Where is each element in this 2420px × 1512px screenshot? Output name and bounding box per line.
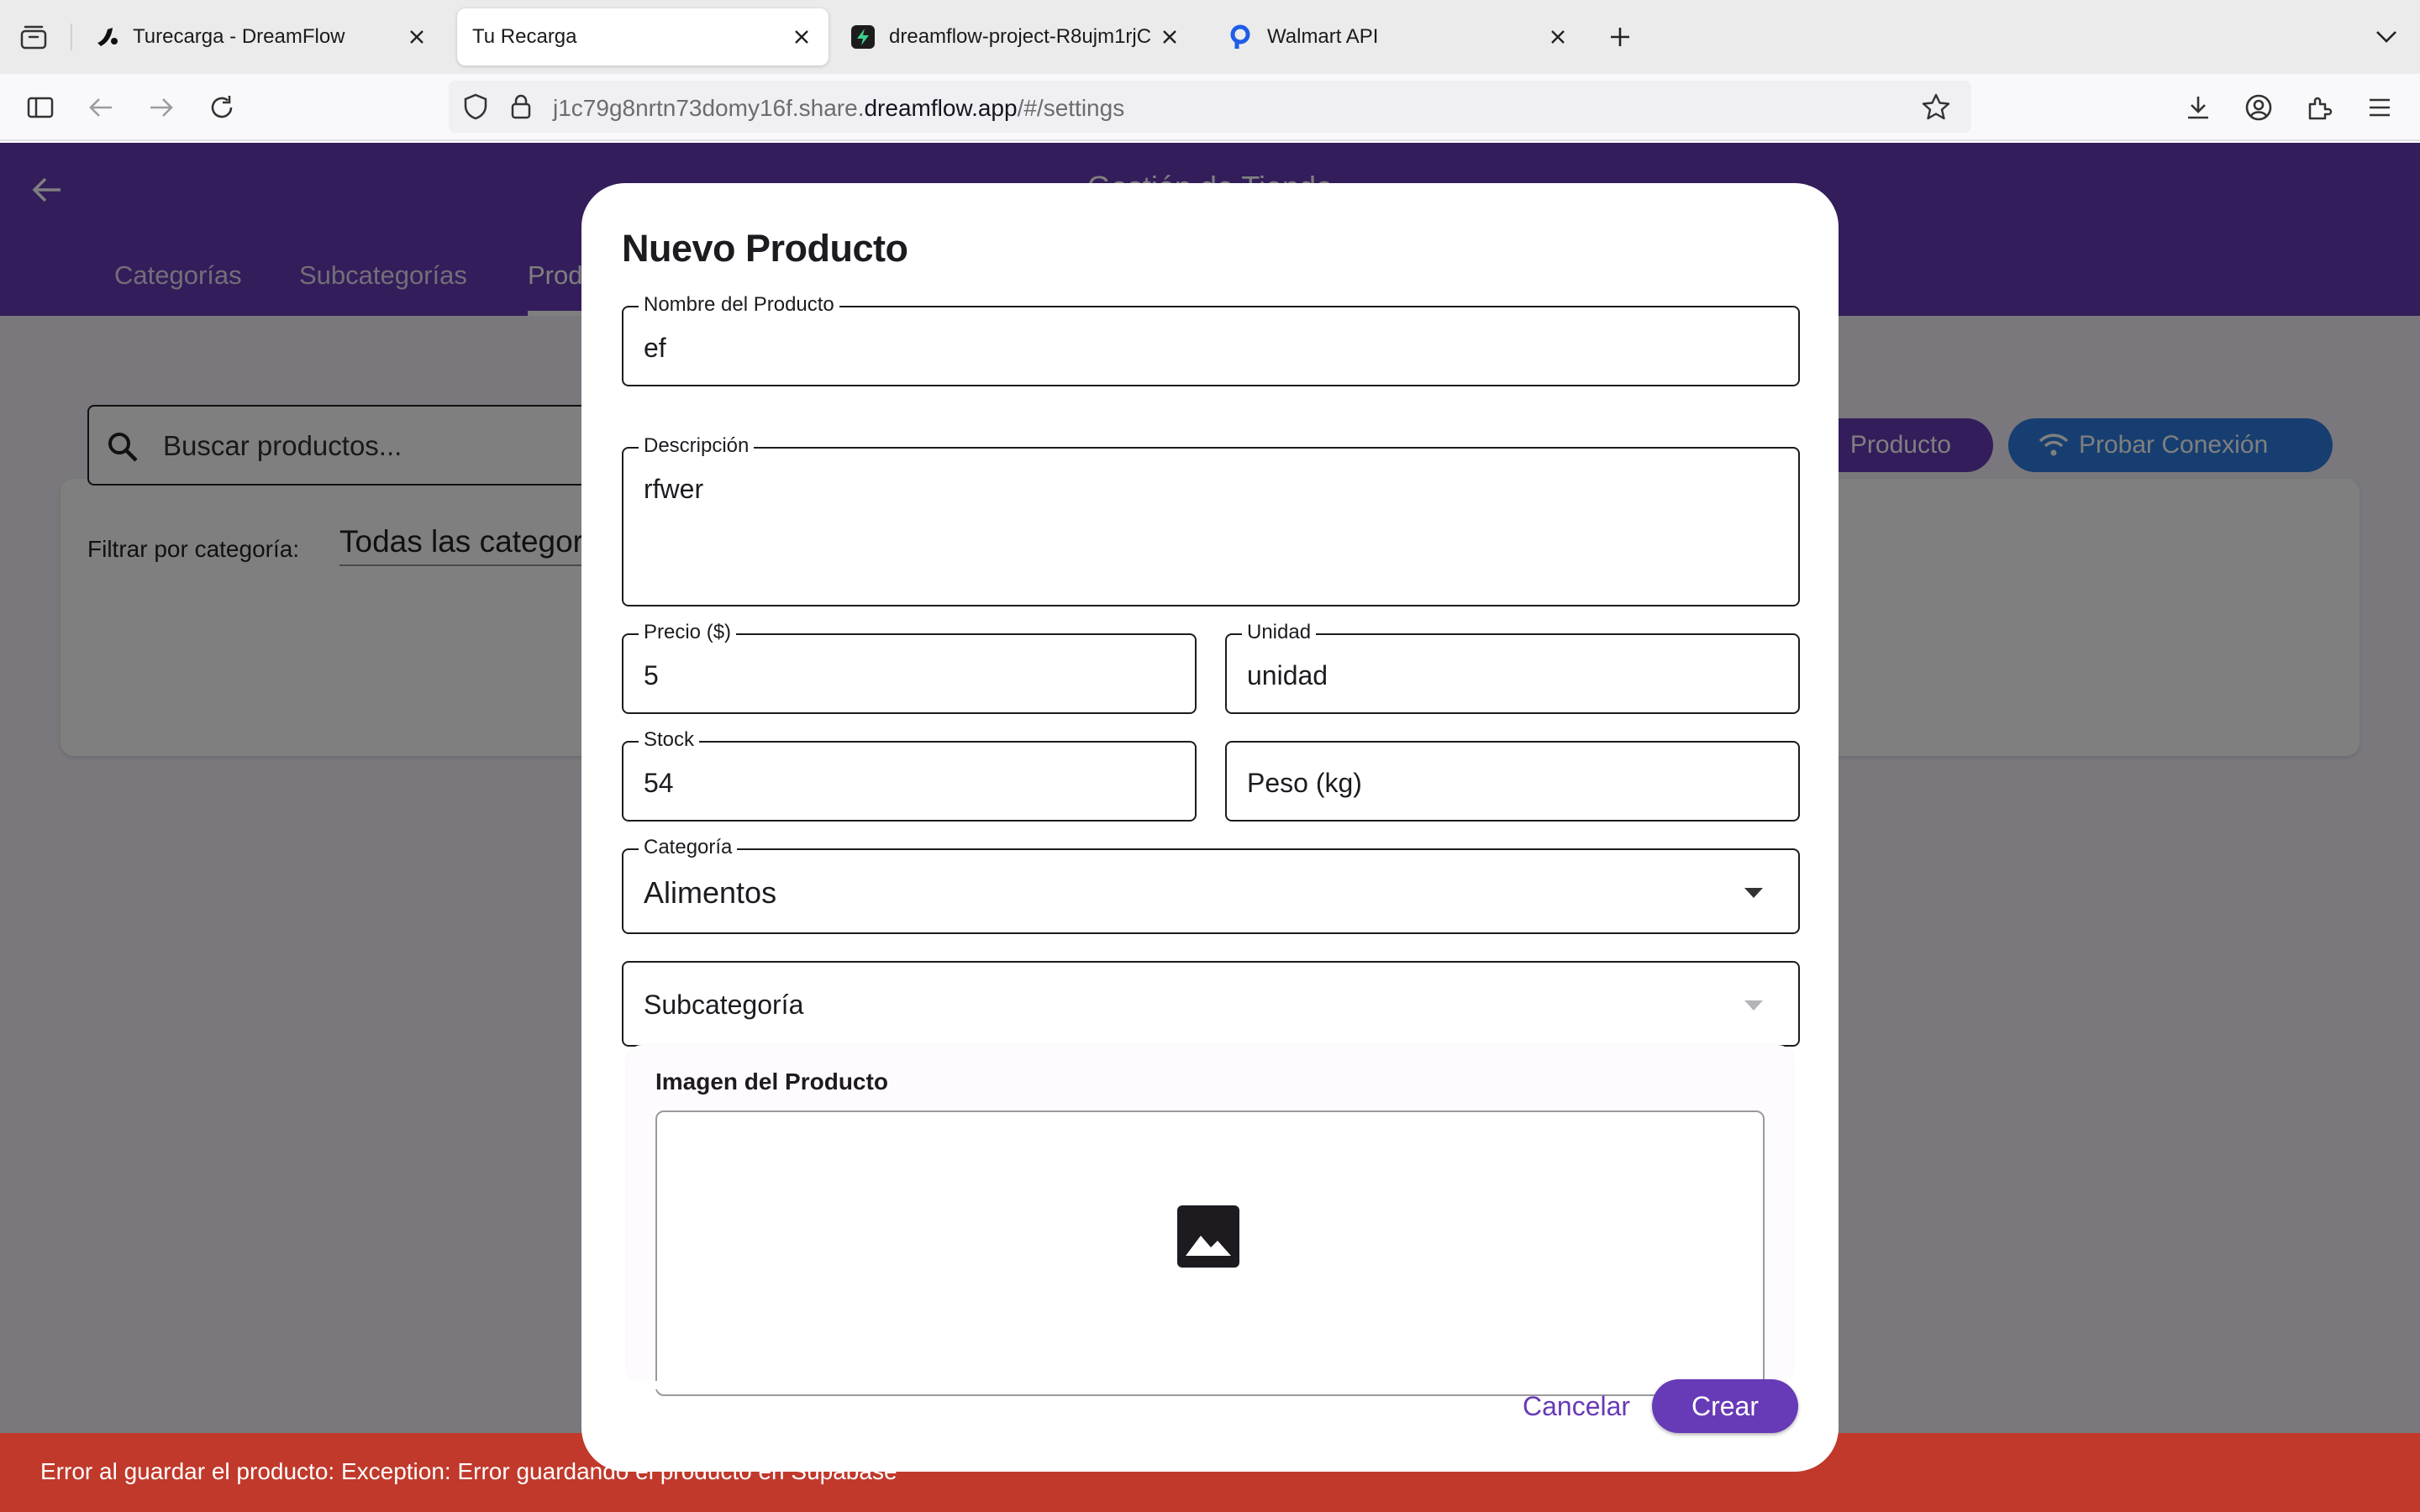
new-tab-icon[interactable] — [1603, 20, 1637, 54]
download-icon[interactable] — [2178, 87, 2218, 128]
account-icon[interactable] — [2238, 87, 2279, 128]
field-value: ef — [644, 333, 666, 363]
extensions-icon[interactable] — [2299, 87, 2339, 128]
tab-title: Walmart API — [1267, 25, 1379, 48]
sidebar-toggle-icon[interactable] — [20, 87, 60, 128]
menu-icon[interactable] — [2360, 87, 2400, 128]
field-label: Descripción — [639, 434, 755, 458]
stock-field[interactable]: Stock 54 — [622, 728, 1197, 822]
category-dropdown[interactable]: Categoría Alimentos — [622, 836, 1800, 934]
field-label: Categoría — [639, 836, 738, 859]
product-image-section: Imagen del Producto — [627, 1045, 1793, 1396]
close-tab-icon[interactable] — [405, 25, 429, 49]
browser-tab-turecarga[interactable]: Turecarga - DreamFlow — [79, 8, 444, 66]
field-value: 54 — [644, 768, 674, 798]
dialog-content-edge — [581, 1381, 1839, 1389]
cancel-button[interactable]: Cancelar — [1506, 1379, 1647, 1433]
product-name-field[interactable]: Nombre del Producto ef — [622, 293, 1800, 386]
supabase-logo-icon — [850, 24, 876, 50]
close-tab-icon[interactable] — [1158, 25, 1181, 49]
close-tab-icon[interactable] — [1546, 25, 1570, 49]
url-prefix: j1c79g8nrtn73domy16f.share. — [553, 95, 865, 121]
field-placeholder: Peso (kg) — [1247, 768, 1362, 798]
shield-icon[interactable] — [459, 90, 492, 123]
tab-list-icon[interactable] — [17, 20, 50, 54]
rapidapi-logo-icon — [1228, 24, 1254, 50]
new-product-dialog: Nuevo Producto Nombre del Producto ef De… — [581, 183, 1839, 1472]
browser-tab-bar: Turecarga - DreamFlow Tu Recarga dreamfl… — [0, 0, 2420, 74]
image-upload-area[interactable] — [655, 1110, 1765, 1396]
back-arrow-icon[interactable] — [81, 87, 121, 128]
image-section-title: Imagen del Producto — [655, 1068, 888, 1095]
field-value: unidad — [1247, 660, 1328, 690]
field-label: Stock — [639, 728, 700, 752]
reload-icon[interactable] — [202, 87, 242, 128]
dreamflow-logo-icon — [94, 24, 119, 50]
weight-field[interactable]: Peso (kg) — [1225, 741, 1800, 822]
field-value: 5 — [644, 660, 659, 690]
field-label: Unidad — [1242, 621, 1317, 644]
create-button[interactable]: Crear — [1652, 1379, 1798, 1433]
field-value: Alimentos — [644, 875, 777, 910]
browser-tab-dreamflow-project[interactable]: dreamflow-project-R8ujm1rjCijV — [835, 8, 1197, 66]
url-domain: dreamflow.app — [864, 95, 1018, 121]
bookmark-star-icon[interactable] — [1919, 90, 1953, 123]
lock-icon[interactable] — [504, 90, 538, 123]
url-suffix: /#/settings — [1017, 95, 1125, 121]
field-label: Precio ($) — [639, 621, 737, 644]
address-bar[interactable]: j1c79g8nrtn73domy16f.share.dreamflow.app… — [449, 81, 1971, 133]
subcategory-dropdown[interactable]: Subcategoría — [622, 961, 1800, 1047]
browser-tab-tu-recarga[interactable]: Tu Recarga — [457, 8, 829, 66]
tab-title: dreamflow-project-R8ujm1rjCijV — [889, 25, 1151, 48]
dialog-title: Nuevo Producto — [622, 227, 908, 270]
unit-field[interactable]: Unidad unidad — [1225, 621, 1800, 714]
image-placeholder-icon — [1175, 1203, 1242, 1270]
field-value: rfwer — [644, 474, 704, 504]
close-tab-icon[interactable] — [790, 25, 813, 49]
browser-nav-bar: j1c79g8nrtn73domy16f.share.dreamflow.app… — [0, 74, 2420, 141]
field-label: Nombre del Producto — [639, 293, 839, 317]
app-page: Gestión de Tienda Categorías Subcategorí… — [0, 143, 2420, 1512]
field-placeholder: Subcategoría — [644, 990, 804, 1020]
price-field[interactable]: Precio ($) 5 — [622, 621, 1197, 714]
description-field[interactable]: Descripción rfwer — [622, 434, 1800, 606]
dropdown-arrow-icon — [1741, 993, 1766, 1018]
tab-title: Turecarga - DreamFlow — [133, 25, 345, 48]
browser-tab-walmart-api[interactable]: Walmart API — [1213, 8, 1585, 66]
dropdown-arrow-icon — [1741, 880, 1766, 906]
forward-arrow-icon[interactable] — [141, 87, 182, 128]
url-text[interactable]: j1c79g8nrtn73domy16f.share.dreamflow.app… — [553, 95, 1124, 122]
tab-title: Tu Recarga — [472, 25, 577, 48]
tab-separator — [71, 24, 72, 50]
chevron-down-icon[interactable] — [2370, 20, 2403, 54]
